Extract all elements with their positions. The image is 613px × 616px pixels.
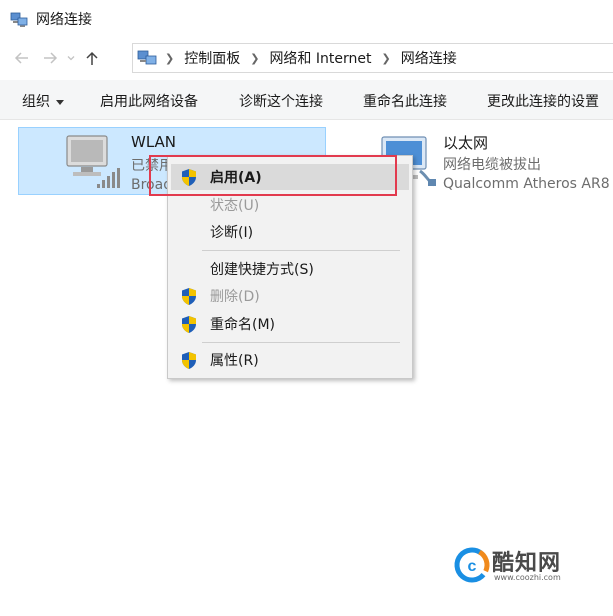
forward-button[interactable] (36, 44, 64, 72)
wireless-adapter-icon (66, 135, 120, 188)
change-settings-button[interactable]: 更改此连接的设置 (487, 91, 599, 111)
breadcrumb-separator: ❯ (250, 51, 260, 65)
breadcrumb-network-internet[interactable]: 网络和 Internet (269, 48, 371, 68)
control-panel-icon (137, 50, 157, 65)
up-button[interactable] (78, 44, 106, 72)
arrow-left-icon (14, 52, 28, 64)
menu-item-rename[interactable]: 重命名(M) (171, 311, 409, 337)
address-bar: ❯ 控制面板 ❯ 网络和 Internet ❯ 网络连接 (0, 40, 613, 76)
uac-shield-icon (182, 288, 196, 305)
menu-item-label: 创建快捷方式(S) (210, 262, 314, 278)
command-bar: 组织 启用此网络设备 诊断这个连接 重命名此连接 更改此连接的设置 (0, 80, 613, 120)
breadcrumb-network-connections[interactable]: 网络连接 (401, 48, 457, 68)
menu-item-label: 诊断(I) (210, 225, 254, 241)
rename-button[interactable]: 重命名此连接 (363, 91, 447, 111)
breadcrumb-separator: ❯ (165, 51, 175, 65)
watermark: c 酷知网 www.coozhi.com (452, 545, 602, 589)
connection-status: 网络电缆被拔出 (443, 157, 541, 173)
coozhi-logo-icon: c (454, 547, 490, 583)
enable-device-button[interactable]: 启用此网络设备 (100, 91, 198, 111)
menu-separator (202, 342, 400, 343)
menu-item-diagnose[interactable]: 诊断(I) (171, 219, 409, 245)
arrow-right-icon (44, 52, 58, 64)
back-button[interactable] (8, 44, 36, 72)
address-field[interactable]: ❯ 控制面板 ❯ 网络和 Internet ❯ 网络连接 (132, 43, 613, 73)
breadcrumb-control-panel[interactable]: 控制面板 (184, 48, 240, 68)
diagnose-button[interactable]: 诊断这个连接 (239, 91, 323, 111)
menu-separator (202, 250, 400, 251)
caret-down-icon (56, 99, 64, 105)
organize-label: 组织 (22, 94, 50, 110)
chevron-down-icon (67, 56, 75, 61)
menu-item-label: 属性(R) (210, 353, 259, 369)
uac-shield-icon (182, 352, 196, 369)
menu-item-properties[interactable]: 属性(R) (171, 347, 409, 373)
window-title: 网络连接 (36, 12, 92, 28)
menu-item-label: 状态(U) (210, 198, 260, 214)
menu-item-label: 删除(D) (210, 289, 260, 305)
title-bar: 网络连接 (0, 0, 613, 38)
annotation-highlight-box (149, 155, 397, 196)
connection-name: 以太网 (443, 134, 489, 152)
connection-adapter: Qualcomm Atheros AR8 (443, 176, 610, 192)
menu-item-delete[interactable]: 删除(D) (171, 283, 409, 309)
watermark-url: www.coozhi.com (494, 573, 561, 582)
organize-menu[interactable]: 组织 (22, 91, 64, 111)
arrow-up-icon (86, 51, 98, 65)
uac-shield-icon (182, 316, 196, 333)
menu-item-label: 重命名(M) (210, 317, 276, 333)
breadcrumb-separator: ❯ (381, 51, 391, 65)
recent-locations-button[interactable] (64, 44, 78, 72)
menu-item-create-shortcut[interactable]: 创建快捷方式(S) (171, 256, 409, 282)
network-connections-icon (10, 12, 28, 27)
svg-text:c: c (468, 558, 477, 575)
connection-name: WLAN (131, 133, 177, 151)
